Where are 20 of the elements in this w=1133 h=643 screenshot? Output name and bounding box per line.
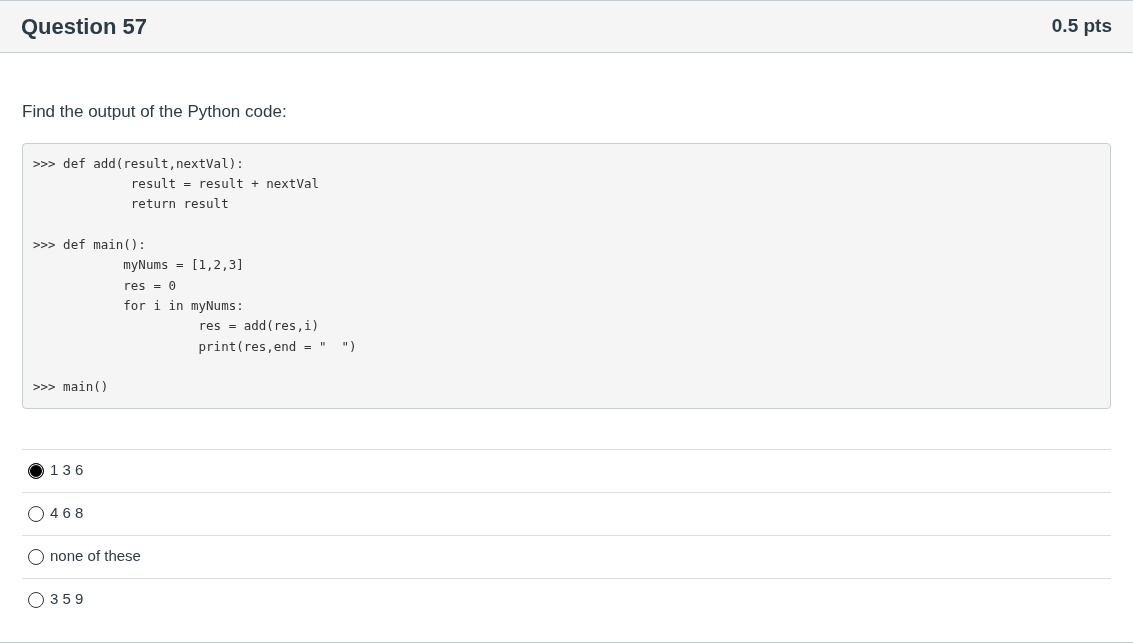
code-line: myNums = [1,2,3] (122, 256, 244, 275)
answer-label[interactable]: none of these (50, 545, 141, 568)
code-line: >>> def main(): (33, 235, 146, 254)
answer-label[interactable]: 3 5 9 (50, 588, 84, 611)
question-title: Question 57 (21, 13, 147, 41)
code-line: result = result + nextVal (129, 174, 319, 193)
code-line: >>> main() (33, 378, 109, 397)
radio-button[interactable] (28, 548, 44, 565)
code-line: print(res,end = " ") (197, 337, 357, 356)
code-line: for i in myNums: (122, 296, 244, 315)
code-line: return result (129, 195, 229, 214)
radio-button[interactable] (28, 505, 44, 522)
code-line: >>> def add(result,nextVal): (33, 154, 244, 173)
radio-button[interactable] (28, 591, 44, 608)
code-line: res = 0 (122, 276, 176, 295)
code-line: res = add(res,i) (197, 317, 319, 336)
points: 0.5 pts (1051, 14, 1112, 39)
answer-label[interactable]: 1 3 6 (50, 459, 84, 482)
question-text: Find the output of the Python code: (22, 101, 288, 123)
answer-label[interactable]: 4 6 8 (50, 502, 84, 525)
